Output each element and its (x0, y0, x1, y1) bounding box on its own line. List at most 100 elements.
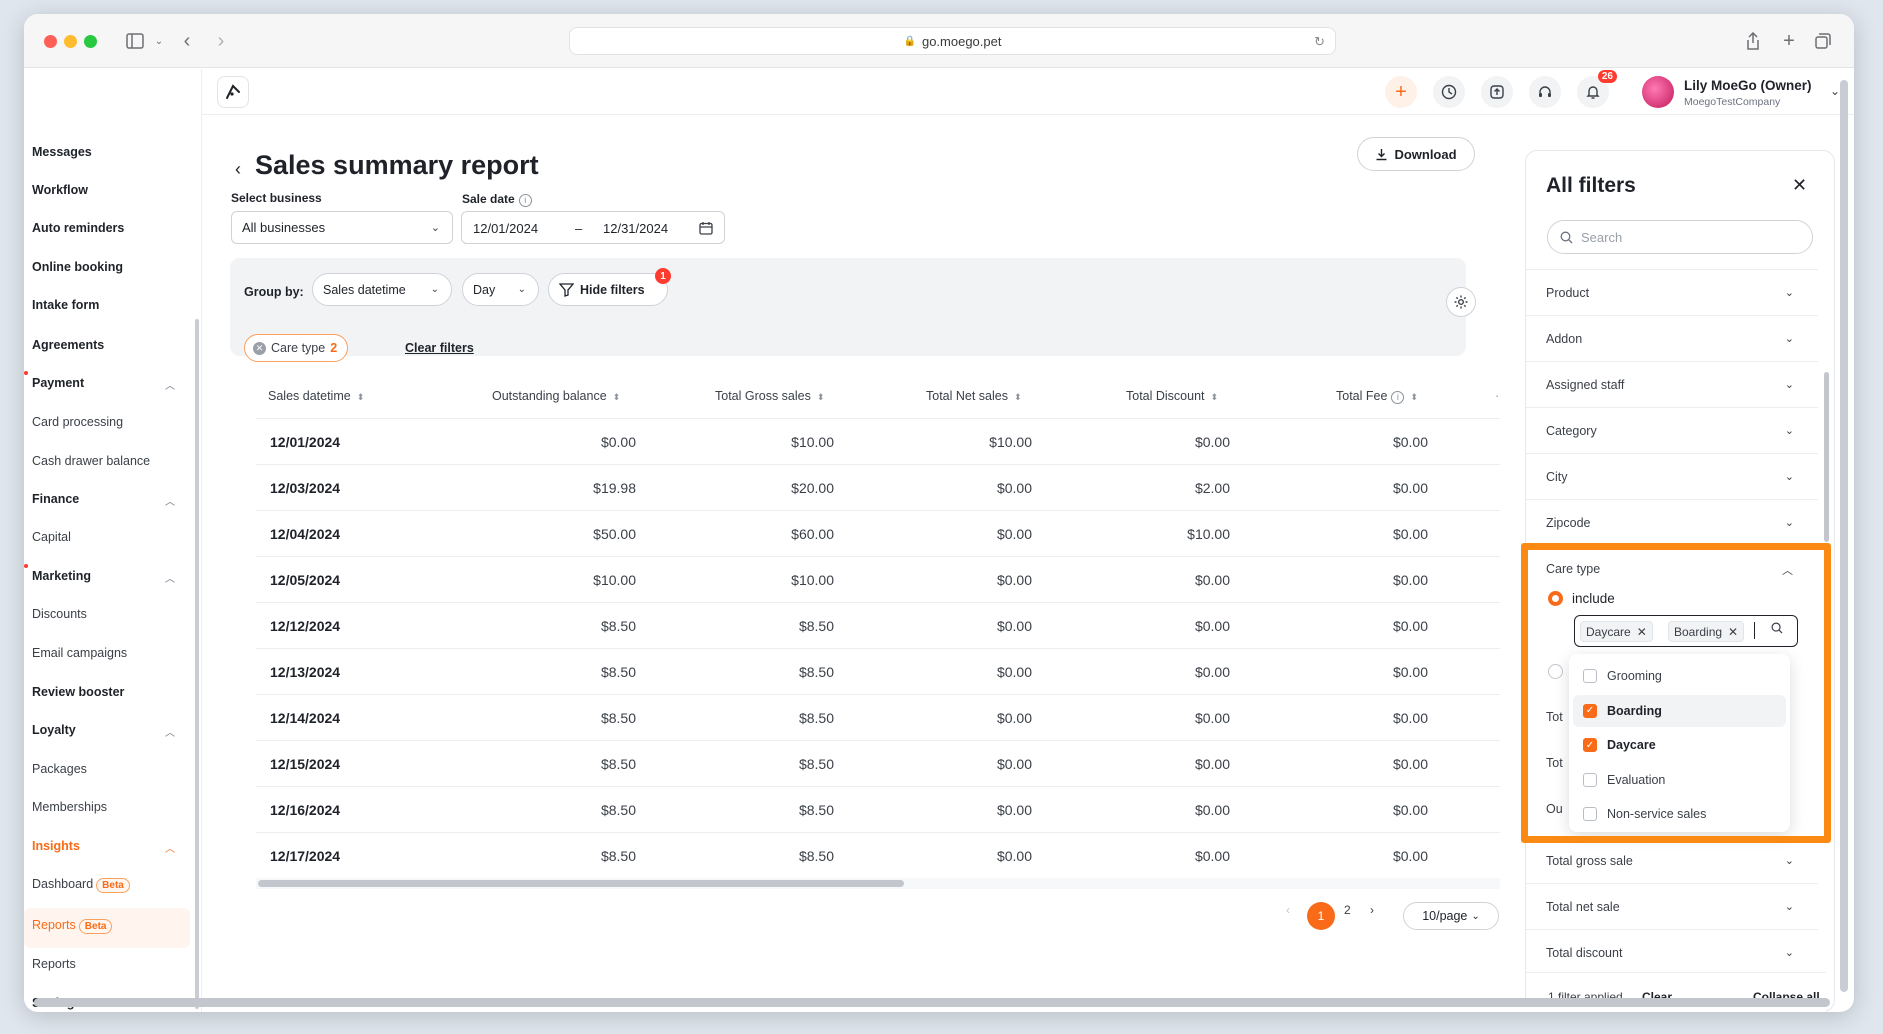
support-headset-icon[interactable] (1529, 76, 1561, 108)
filter-section-product[interactable]: Product ⌄ (1526, 270, 1818, 316)
user-name[interactable]: Lily MoeGo (Owner) (1684, 78, 1812, 93)
checkbox-icon[interactable] (1583, 772, 1597, 787)
group-by-select[interactable]: Sales datetime ⌄ (312, 273, 452, 306)
filter-section-total-gross-sale[interactable]: Total gross sale ⌄ (1526, 838, 1818, 884)
column-header-total-discount[interactable]: Total Discount ⬍ (1126, 389, 1218, 403)
sidebar-item-insights[interactable]: Insights (32, 839, 80, 853)
column-header-total-net-sales[interactable]: Total Net sales ⬍ (926, 389, 1022, 403)
new-tab-icon[interactable]: + (1776, 28, 1802, 54)
column-header-total-gross-sales[interactable]: Total Gross sales ⬍ (715, 389, 824, 403)
care-type-multiselect[interactable]: Daycare ✕ Boarding ✕ (1574, 615, 1798, 647)
info-icon[interactable]: i (1391, 391, 1405, 404)
filter-row-partial[interactable]: Tot (1546, 756, 1563, 770)
sidebar-item-email-campaigns[interactable]: Email campaigns (32, 646, 127, 660)
quick-add-button[interactable]: + (1385, 76, 1417, 108)
care-type-option-daycare[interactable]: ✓ Daycare (1573, 729, 1786, 761)
sidebar-item-reports[interactable]: Reports (32, 957, 76, 971)
sort-icon[interactable]: ⬍ (1211, 392, 1219, 402)
sort-icon[interactable]: ⬍ (817, 392, 825, 402)
sidebar-item-review-booster[interactable]: Review booster (32, 685, 124, 699)
column-header-outstanding-balance[interactable]: Outstanding balance ⬍ (492, 389, 620, 403)
sidebar-item-capital[interactable]: Capital (32, 530, 71, 544)
chevron-up-icon[interactable]: ︿ (165, 493, 175, 508)
moego-logo[interactable] (217, 76, 249, 108)
address-bar[interactable]: 🔒 go.moego.pet ↻ (569, 27, 1336, 55)
checkbox-icon[interactable] (1583, 669, 1597, 683)
sidebar-toggle-icon[interactable] (122, 28, 148, 54)
sidebar-item-card-processing[interactable]: Card processing (32, 415, 123, 429)
sidebar-item-workflow[interactable]: Workflow (32, 183, 88, 197)
sidebar-item-discounts[interactable]: Discounts (32, 607, 87, 621)
chevron-up-icon[interactable]: ︿ (1782, 562, 1793, 578)
interval-select[interactable]: Day ⌄ (462, 273, 539, 306)
sidebar-item-memberships[interactable]: Memberships (32, 800, 107, 814)
sort-icon[interactable]: ⬍ (1014, 392, 1022, 402)
tab-overview-icon[interactable] (1810, 28, 1836, 54)
sort-icon[interactable]: ⬍ (613, 392, 621, 402)
sidebar-item-packages[interactable]: Packages (32, 762, 87, 776)
filter-section-category[interactable]: Category ⌄ (1526, 408, 1818, 454)
filter-row-partial[interactable]: Ou (1546, 802, 1563, 816)
chevron-up-icon[interactable]: ︿ (165, 840, 175, 855)
download-button[interactable]: Download (1357, 137, 1475, 171)
clock-icon[interactable] (1433, 76, 1465, 108)
page-current[interactable]: 1 (1307, 902, 1335, 930)
include-radio-label[interactable]: include (1572, 591, 1615, 606)
forward-icon[interactable]: › (208, 28, 234, 54)
filter-section-total-discount[interactable]: Total discount ⌄ (1526, 930, 1818, 976)
remove-tag-icon[interactable]: ✕ (1637, 625, 1647, 639)
clear-filters-link[interactable]: Clear filters (405, 341, 474, 355)
table-horizontal-scrollbar[interactable] (258, 880, 904, 887)
table-settings-gear-icon[interactable] (1446, 287, 1476, 317)
remove-tag-icon[interactable]: ✕ (1728, 625, 1738, 639)
close-icon[interactable]: ✕ (1792, 175, 1807, 196)
remove-chip-icon[interactable]: ✕ (253, 341, 266, 355)
sidebar-item-reports-beta[interactable]: Reports Beta (32, 918, 113, 934)
prev-page-icon[interactable]: ‹ (1286, 903, 1290, 917)
care-type-option-non-service-sales[interactable]: Non-service sales (1573, 798, 1786, 830)
sidebar-item-intake-form[interactable]: Intake form (32, 298, 99, 312)
filter-panel-scrollbar[interactable] (1824, 372, 1829, 542)
page-next-number[interactable]: 2 (1344, 903, 1351, 917)
sidebar-item-auto-reminders[interactable]: Auto reminders (32, 221, 124, 235)
sidebar-item-payment[interactable]: Payment (32, 376, 84, 390)
share-icon[interactable] (1740, 28, 1766, 54)
back-chevron-icon[interactable]: ‹ (235, 159, 241, 180)
filter-section-addon[interactable]: Addon ⌄ (1526, 316, 1818, 362)
sidebar-item-loyalty[interactable]: Loyalty (32, 723, 76, 737)
chevron-down-icon[interactable]: ⌄ (146, 28, 172, 54)
care-type-option-boarding[interactable]: ✓ Boarding (1573, 694, 1786, 727)
filter-section-assigned-staff[interactable]: Assigned staff ⌄ (1526, 362, 1818, 408)
sidebar-item-online-booking[interactable]: Online booking (32, 260, 123, 274)
page-horizontal-scrollbar[interactable] (34, 998, 1830, 1007)
exclude-radio[interactable] (1548, 664, 1563, 679)
checkbox-checked-icon[interactable]: ✓ (1583, 738, 1597, 752)
sidebar-item-cash-drawer[interactable]: Cash drawer balance (32, 454, 150, 468)
chevron-up-icon[interactable]: ︿ (165, 724, 175, 739)
sort-icon[interactable]: ⬍ (1410, 392, 1418, 402)
info-icon[interactable]: i (518, 194, 532, 207)
sidebar-item-dashboard[interactable]: Dashboard Beta (32, 877, 130, 893)
close-window-button[interactable] (44, 35, 57, 48)
filter-section-zipcode[interactable]: Zipcode ⌄ (1526, 500, 1818, 546)
checkbox-checked-icon[interactable]: ✓ (1583, 703, 1597, 718)
chevron-up-icon[interactable]: ︿ (165, 570, 175, 585)
upload-icon[interactable] (1481, 76, 1513, 108)
page-vertical-scrollbar[interactable] (1840, 80, 1848, 992)
next-page-icon[interactable]: › (1370, 903, 1374, 917)
column-header-sales-datetime[interactable]: Sales datetime ⬍ (268, 389, 364, 403)
checkbox-icon[interactable] (1583, 807, 1597, 821)
date-start[interactable]: 12/01/2024 (473, 221, 538, 236)
calendar-icon[interactable] (699, 221, 713, 240)
zoom-window-button[interactable] (84, 35, 97, 48)
sidebar-item-agreements[interactable]: Agreements (32, 338, 104, 352)
date-end[interactable]: 12/31/2024 (603, 221, 668, 236)
care-type-option-evaluation[interactable]: Evaluation (1573, 764, 1786, 796)
chevron-up-icon[interactable]: ︿ (165, 377, 175, 392)
sidebar-item-marketing[interactable]: Marketing (32, 569, 91, 583)
minimize-window-button[interactable] (64, 35, 77, 48)
sort-icon[interactable]: ⬍ (357, 392, 365, 402)
reload-icon[interactable]: ↻ (1314, 34, 1325, 50)
include-radio[interactable] (1548, 591, 1563, 606)
back-icon[interactable]: ‹ (174, 28, 200, 54)
